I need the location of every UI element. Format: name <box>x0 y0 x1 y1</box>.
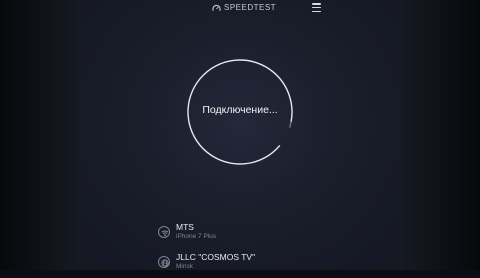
provider-row[interactable]: MTS iPhone 7 Plus <box>158 222 358 248</box>
app-logo: SPEEDTEST <box>212 3 276 13</box>
logo-text: SPEEDTEST <box>224 3 277 12</box>
connection-ring: Подключение... <box>185 57 295 167</box>
speedtest-gauge-icon <box>212 4 221 11</box>
letterbox-right <box>400 0 480 270</box>
provider-name: MTS <box>176 222 194 232</box>
letterbox-left <box>0 0 80 270</box>
globe-icon <box>158 256 170 268</box>
menu-icon[interactable] <box>312 3 321 12</box>
speedtest-app: SPEEDTEST Подключение... MTS iPhone 7 Pl… <box>80 0 400 270</box>
provider-device: iPhone 7 Plus <box>176 233 217 240</box>
server-name: JLLC "COSMOS TV" <box>176 252 256 262</box>
server-row[interactable]: JLLC "COSMOS TV" Minsk <box>158 252 358 278</box>
wifi-icon <box>158 226 170 238</box>
top-bar: SPEEDTEST <box>80 0 400 16</box>
connecting-status: Подключение... <box>202 104 278 116</box>
